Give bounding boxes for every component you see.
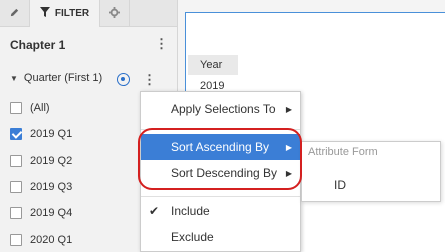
filter-option[interactable]: 2019 Q3 xyxy=(10,181,72,193)
filter-option[interactable]: 2019 Q1 xyxy=(10,128,72,140)
chevron-right-icon: ▶ xyxy=(285,142,292,152)
menu-item-label: Sort Ascending By xyxy=(171,140,270,154)
checkbox[interactable] xyxy=(10,234,22,246)
submenu-item-id[interactable]: ID xyxy=(334,178,346,192)
filter-menu-icon[interactable]: ⋮ xyxy=(143,72,156,88)
checkbox[interactable] xyxy=(10,181,22,193)
option-label: (All) xyxy=(30,102,50,114)
chapter-title: Chapter 1 xyxy=(10,38,66,52)
filter-option[interactable]: 2020 Q1 xyxy=(10,234,72,246)
option-label: 2020 Q1 xyxy=(30,234,73,246)
pencil-icon xyxy=(9,7,20,21)
menu-item-exclude[interactable]: Exclude xyxy=(141,224,300,250)
checkbox[interactable] xyxy=(10,102,22,114)
target-icon[interactable] xyxy=(117,73,130,86)
sort-submenu: Attribute Form ID xyxy=(301,141,441,202)
option-label: 2019 Q2 xyxy=(30,155,73,167)
funnel-icon xyxy=(39,7,50,20)
chevron-right-icon: ▶ xyxy=(285,168,292,178)
menu-item-apply-selections[interactable]: Apply Selections To ▶ xyxy=(141,96,300,122)
menu-item-sort-ascending[interactable]: Sort Ascending By ▶ xyxy=(141,134,300,160)
checkbox[interactable] xyxy=(10,207,22,219)
filter-option[interactable]: 2019 Q4 xyxy=(10,207,72,219)
menu-item-sort-descending[interactable]: Sort Descending By ▶ xyxy=(141,160,300,186)
gear-icon xyxy=(109,6,120,21)
filter-name: Quarter (First 1) xyxy=(23,72,103,84)
menu-item-include[interactable]: ✔ Include xyxy=(141,198,300,224)
menu-separator xyxy=(141,196,300,197)
tab-filter-label: FILTER xyxy=(54,8,90,19)
tab-edit[interactable] xyxy=(0,0,30,27)
checkbox[interactable] xyxy=(10,155,22,167)
caret-down-icon: ▼ xyxy=(10,73,18,83)
menu-item-label: Exclude xyxy=(171,230,214,244)
submenu-header: Attribute Form xyxy=(308,146,378,158)
checkbox[interactable] xyxy=(10,128,22,140)
chevron-right-icon: ▶ xyxy=(285,104,292,114)
tab-filter[interactable]: FILTER xyxy=(30,0,100,27)
option-label: 2019 Q4 xyxy=(30,207,73,219)
option-label: 2019 Q1 xyxy=(30,128,73,140)
filter-option[interactable]: 2019 Q2 xyxy=(10,155,72,167)
option-label: 2019 Q3 xyxy=(30,181,73,193)
context-menu: Apply Selections To ▶ Sort Ascending By … xyxy=(140,91,301,252)
menu-item-label: Include xyxy=(171,204,210,218)
menu-item-label: Apply Selections To xyxy=(171,102,276,116)
chapter-menu-icon[interactable]: ⋮ xyxy=(155,36,168,52)
menu-separator xyxy=(141,129,300,130)
panel-tabs: FILTER xyxy=(0,0,177,27)
filter-header[interactable]: ▼ Quarter (First 1) xyxy=(10,72,102,84)
grid-column-header[interactable]: Year xyxy=(188,55,238,75)
menu-item-label: Sort Descending By xyxy=(171,166,278,180)
tab-settings[interactable] xyxy=(100,0,130,27)
filter-option[interactable]: (All) xyxy=(10,102,50,114)
checkmark-icon: ✔ xyxy=(149,204,160,218)
